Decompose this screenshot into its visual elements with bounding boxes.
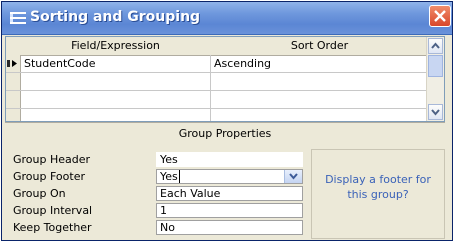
group-header-value[interactable]: Yes xyxy=(156,152,303,167)
property-row: Group Interval 1 xyxy=(5,203,305,218)
group-properties-heading: Group Properties xyxy=(178,127,272,140)
current-row-key-icon xyxy=(7,60,17,67)
grid-row[interactable] xyxy=(6,109,428,121)
group-properties-band: Group Properties xyxy=(5,122,445,147)
scroll-thumb[interactable] xyxy=(428,55,443,77)
text-cursor: ​ xyxy=(178,170,180,183)
sort-order-cell[interactable]: Ascending xyxy=(211,55,428,72)
group-footer-dropdown-button[interactable] xyxy=(284,170,302,183)
property-row: Group Header Yes xyxy=(5,152,305,167)
property-label: Group Interval xyxy=(13,204,93,217)
group-interval-value[interactable]: 1 xyxy=(156,203,303,218)
property-label: Group Header xyxy=(13,153,91,166)
column-header-sort-order[interactable]: Sort Order xyxy=(211,37,428,56)
chevron-down-icon xyxy=(431,109,440,116)
close-icon xyxy=(434,10,446,22)
field-expression-cell[interactable] xyxy=(20,91,211,108)
scroll-down-button[interactable] xyxy=(428,104,443,120)
property-row: Keep Together No xyxy=(5,220,305,235)
row-selector[interactable] xyxy=(6,55,21,72)
row-selector-header xyxy=(6,37,21,56)
grid-row[interactable] xyxy=(6,73,428,91)
sorting-grouping-dialog: Sorting and Grouping Field/Expression So… xyxy=(1,1,453,241)
dialog-title: Sorting and Grouping xyxy=(30,9,201,25)
property-label: Group On xyxy=(13,187,66,200)
title-bar[interactable]: Sorting and Grouping xyxy=(2,2,452,35)
row-selector[interactable] xyxy=(6,73,21,90)
row-selector[interactable] xyxy=(6,91,21,108)
chevron-up-icon xyxy=(431,42,440,49)
scroll-up-button[interactable] xyxy=(428,38,443,54)
group-footer-value: Yes xyxy=(160,170,178,183)
property-help-text: Display a footer for this group? xyxy=(325,173,431,201)
group-properties-list: Group Header Yes Group Footer Yes​ Group… xyxy=(5,146,305,238)
keep-together-value[interactable]: No xyxy=(156,220,303,235)
property-help-panel: Display a footer for this group? xyxy=(311,149,445,239)
sort-order-cell[interactable] xyxy=(211,91,428,108)
grid-row[interactable]: StudentCode Ascending xyxy=(6,55,428,73)
chevron-down-icon xyxy=(289,173,298,180)
sorting-grouping-icon xyxy=(10,12,26,24)
sort-fields-grid: Field/Expression Sort Order StudentCode … xyxy=(5,36,445,122)
field-expression-cell[interactable] xyxy=(20,73,211,90)
property-row: Group On Each Value xyxy=(5,186,305,201)
grid-vertical-scrollbar[interactable] xyxy=(426,37,444,121)
property-label: Keep Together xyxy=(13,221,92,234)
field-expression-cell[interactable]: StudentCode xyxy=(20,55,211,72)
sort-order-cell[interactable] xyxy=(211,109,428,121)
group-footer-select[interactable]: Yes​ xyxy=(156,169,303,184)
field-expression-cell[interactable] xyxy=(20,109,211,121)
sort-order-cell[interactable] xyxy=(211,73,428,90)
property-label: Group Footer xyxy=(13,170,85,183)
property-row: Group Footer Yes​ xyxy=(5,169,305,184)
column-header-field[interactable]: Field/Expression xyxy=(20,37,212,56)
group-on-value[interactable]: Each Value xyxy=(156,186,303,201)
row-selector[interactable] xyxy=(6,109,21,121)
grid-row[interactable] xyxy=(6,91,428,109)
close-button[interactable] xyxy=(429,5,451,27)
